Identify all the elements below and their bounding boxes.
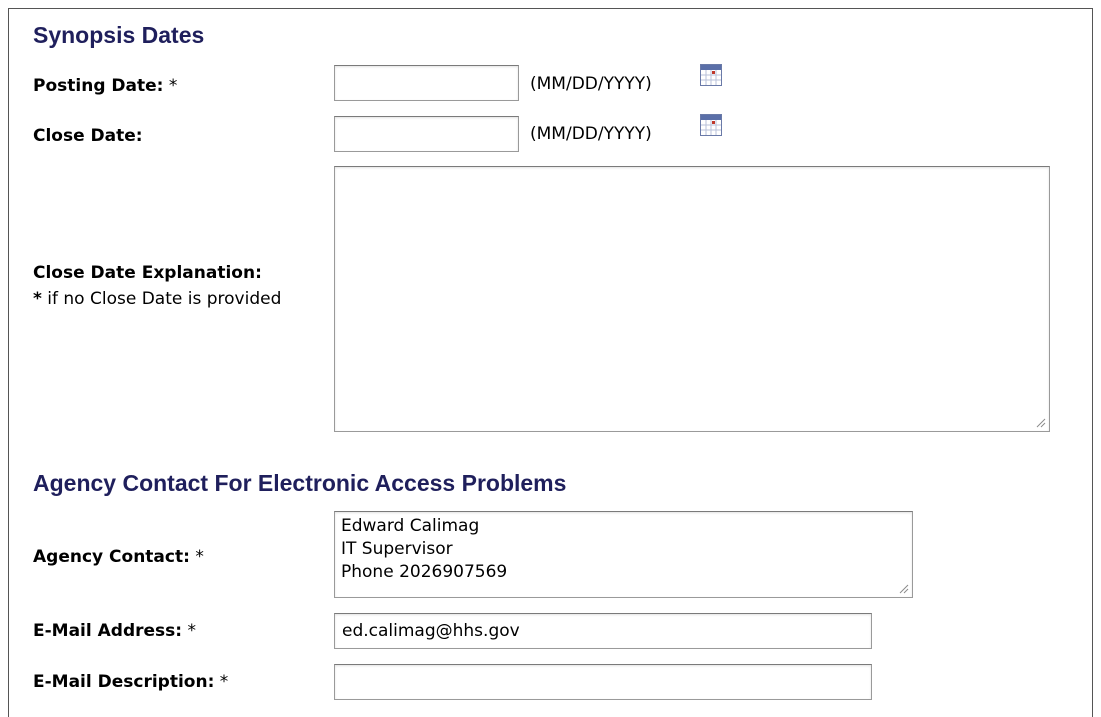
required-marker: * [219, 672, 229, 692]
email-address-input[interactable] [334, 613, 872, 649]
section-heading-synopsis-dates: Synopsis Dates [33, 22, 205, 48]
note-marker: * [33, 289, 42, 309]
close-date-explanation-note: * if no Close Date is provided [33, 287, 323, 312]
resize-grip-icon[interactable] [1036, 418, 1046, 428]
email-description-input[interactable] [334, 664, 872, 700]
close-date-format-hint: (MM/DD/YYYY) [530, 124, 652, 144]
posting-date-label-text: Posting Date: [33, 76, 164, 96]
email-address-label: E-Mail Address: * [33, 619, 196, 644]
close-date-label-text: Close Date: [33, 126, 143, 146]
agency-contact-label: Agency Contact: * [33, 545, 204, 570]
close-date-explanation-label: Close Date Explanation: [33, 261, 262, 286]
required-marker: * [187, 621, 196, 641]
email-description-label-text: E-Mail Description: [33, 672, 215, 692]
close-date-explanation-textarea[interactable] [334, 166, 1050, 432]
close-date-input[interactable] [334, 116, 519, 152]
posting-date-input[interactable] [334, 65, 519, 101]
agency-contact-textarea[interactable]: Edward Calimag IT Supervisor Phone 20269… [334, 511, 913, 598]
posting-date-label: Posting Date: * [33, 74, 177, 99]
calendar-icon[interactable] [700, 64, 722, 86]
required-marker: * [195, 547, 204, 567]
calendar-icon[interactable] [700, 114, 722, 136]
posting-date-format-hint: (MM/DD/YYYY) [530, 74, 652, 94]
close-date-explanation-label-text: Close Date Explanation: [33, 263, 262, 283]
email-description-label: E-Mail Description: * [33, 670, 228, 695]
required-marker: * [168, 76, 178, 96]
agency-contact-label-text: Agency Contact: [33, 547, 190, 567]
note-text: if no Close Date is provided [47, 289, 282, 309]
resize-grip-icon[interactable] [899, 584, 909, 594]
email-address-label-text: E-Mail Address: [33, 621, 183, 641]
close-date-label: Close Date: [33, 124, 143, 149]
section-heading-agency-contact: Agency Contact For Electronic Access Pro… [33, 470, 567, 496]
